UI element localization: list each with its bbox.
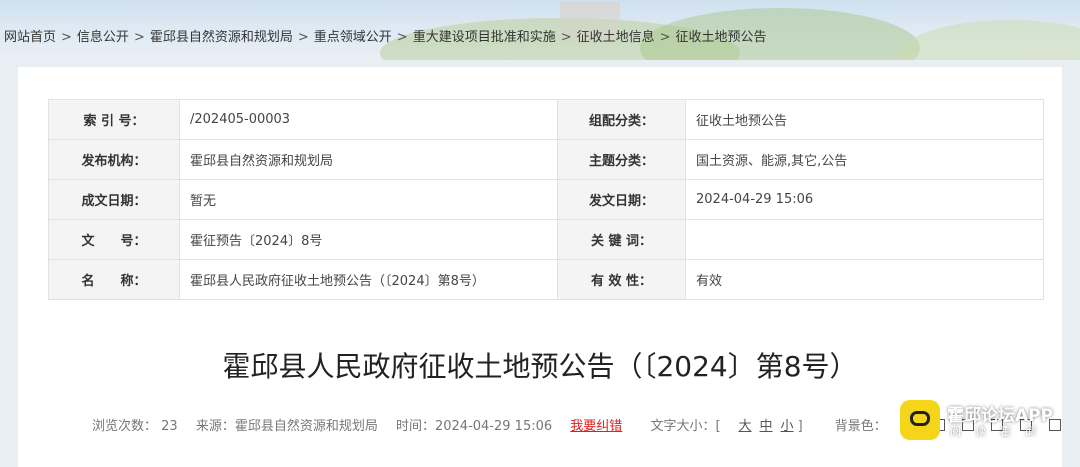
watermark-subtitle: 阅读霍邱 [950,425,1050,438]
font-size-large-button[interactable]: 大 [739,419,752,434]
publisher-label: 发布机构： [48,139,180,180]
table-row: 索 引 号： /202405-00003 组配分类： 征收土地预公告 [48,99,1044,140]
font-size-medium-button[interactable]: 中 [760,419,773,434]
written-date-label: 成文日期： [48,179,180,220]
topic-label: 主题分类： [557,139,686,180]
chat-bubble-shape [910,411,930,426]
doc-name-label: 名 称： [48,259,180,300]
font-size-small-button[interactable]: 小 [781,419,794,434]
breadcrumb-item[interactable]: 重大建设项目批准和实施 [413,30,556,45]
validity-value: 有效 [685,259,1044,300]
issue-date-label: 发文日期： [557,179,686,220]
breadcrumb-current[interactable]: 征收土地预公告 [676,30,767,45]
breadcrumb-separator: > [133,30,145,45]
font-size-end: ] [797,419,803,434]
doc-name-value: 霍邱县人民政府征收土地预公告（〔2024〕第8号） [179,259,558,300]
issue-date-value: 2024-04-29 15:06 [685,179,1044,220]
topic-value: 国土资源、能源,其它,公告 [685,139,1044,180]
doc-number-value: 霍征预告〔2024〕8号 [179,219,558,260]
index-number-label: 索 引 号： [48,99,180,140]
index-number-value: /202405-00003 [179,99,558,140]
report-error-link[interactable]: 我要纠错 [570,419,622,434]
table-row: 成文日期： 暂无 发文日期： 2024-04-29 15:06 [48,179,1044,220]
breadcrumb-item[interactable]: 重点领域公开 [314,30,392,45]
breadcrumb: 网站首页 > 信息公开 > 霍邱县自然资源和规划局 > 重点领域公开 > 重大建设项目批准和实施… [4,26,767,45]
banner-hill [900,20,1080,60]
font-size-label: 文字大小：[ [650,419,721,434]
app-watermark: 霍邱论坛APP 阅读霍邱 [900,397,1080,445]
breadcrumb-item[interactable]: 霍邱县自然资源和规划局 [150,30,293,45]
breadcrumb-separator: > [297,30,309,45]
source-text: 来源：霍邱县自然资源和规划局 [195,419,378,434]
breadcrumb-item[interactable]: 征收土地信息 [577,30,655,45]
page-title: 霍邱县人民政府征收土地预公告（〔2024〕第8号） [222,350,858,383]
keywords-label: 关 键 词： [557,219,686,260]
breadcrumb-separator: > [396,30,408,45]
category-label: 组配分类： [557,99,686,140]
document-metadata-table: 索 引 号： /202405-00003 组配分类： 征收土地预公告 发布机构：… [48,99,1044,300]
breadcrumb-separator: > [560,30,572,45]
breadcrumb-home[interactable]: 网站首页 [4,30,56,45]
publisher-value: 霍邱县自然资源和规划局 [179,139,558,180]
breadcrumb-item[interactable]: 信息公开 [77,30,129,45]
validity-label: 有 效 性： [557,259,686,300]
table-row: 名 称： 霍邱县人民政府征收土地预公告（〔2024〕第8号） 有 效 性： 有效 [48,259,1044,300]
background-color-label: 背景色： [834,419,887,434]
doc-number-label: 文 号： [48,219,180,260]
category-value: 征收土地预公告 [685,99,1044,140]
publish-time: 时间：2024-04-29 15:06 [395,419,553,434]
table-row: 文 号： 霍征预告〔2024〕8号 关 键 词： [48,219,1044,260]
table-row: 发布机构： 霍邱县自然资源和规划局 主题分类： 国土资源、能源,其它,公告 [48,139,1044,180]
breadcrumb-separator: > [61,30,72,45]
chat-bubble-icon [900,400,940,440]
font-size-control: 文字大小：[ 大中小] [650,419,816,434]
keywords-value [685,219,1044,260]
breadcrumb-separator: > [659,30,671,45]
written-date-value: 暂无 [179,179,558,220]
view-count: 浏览次数： 23 [92,419,178,434]
